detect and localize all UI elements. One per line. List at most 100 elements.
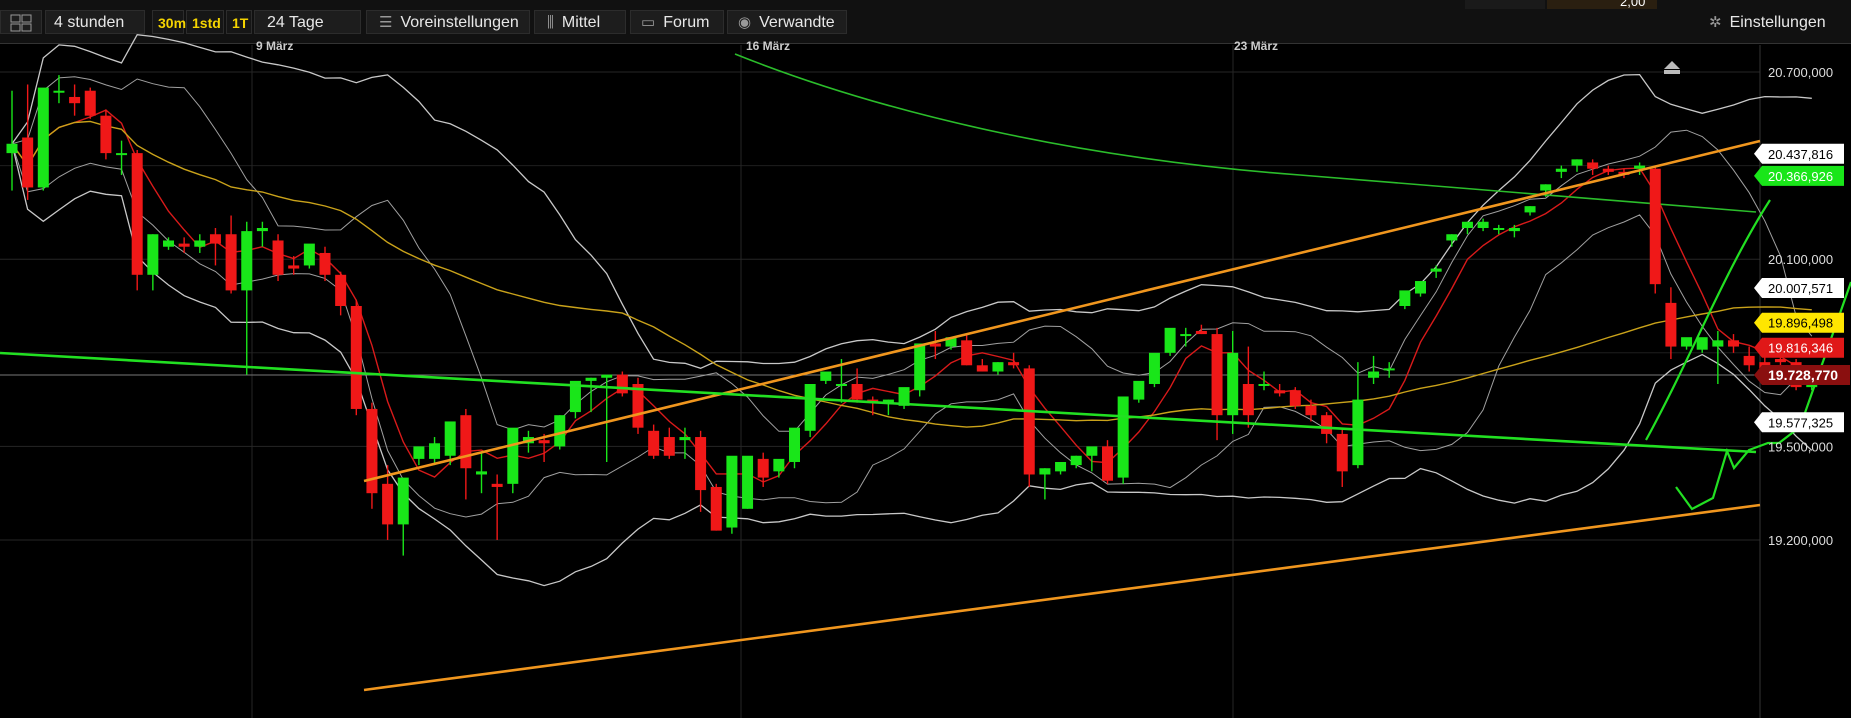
price-label-white: 20.437,816 [1768, 147, 1833, 162]
candle-body [1023, 368, 1035, 475]
candle-body [476, 471, 487, 475]
price-chart[interactable]: 20.700,000 20.100,000 19.500,000 19.200,000… [0, 0, 1851, 718]
price-label-current: 19.728,770 [1768, 367, 1838, 383]
candle-body [601, 374, 613, 378]
candle-body [6, 143, 18, 154]
candle-body [69, 96, 81, 104]
y-tick-label: 19.500,000 [1768, 439, 1833, 454]
candle-body [804, 384, 816, 431]
candle-body [1211, 334, 1223, 416]
candle-body [460, 415, 472, 469]
candle-body [992, 362, 1004, 372]
candle-body [256, 228, 268, 232]
candle-body [1164, 327, 1176, 353]
candle-body [1352, 399, 1364, 466]
candle-body [976, 365, 988, 372]
candle-body [616, 374, 628, 394]
candle-body [272, 240, 284, 275]
y-tick-label: 20.700,000 [1768, 65, 1833, 80]
candle-body [147, 234, 159, 275]
candle-body [1477, 221, 1489, 228]
candle-body [163, 240, 174, 247]
price-label-white: 19.577,325 [1768, 415, 1833, 430]
candle-body [914, 343, 926, 391]
candle-body [22, 137, 34, 188]
candle-body [116, 153, 128, 156]
price-label-red: 19.816,346 [1768, 341, 1833, 356]
candle-body [1133, 380, 1145, 400]
candle-body [1493, 228, 1505, 230]
candle-body [710, 486, 722, 531]
candle-body [742, 455, 754, 509]
candle-body [1681, 337, 1693, 347]
candle-body [1086, 446, 1098, 456]
candle-body [209, 234, 221, 244]
plot-background [0, 45, 1851, 718]
candle-body [84, 90, 96, 116]
candle-body [554, 415, 566, 447]
candle-body [1148, 352, 1160, 384]
candle-body [773, 458, 785, 472]
candle-body [663, 437, 675, 456]
candle-body [1540, 184, 1552, 191]
candle-body [1524, 206, 1536, 213]
candle-body [1649, 168, 1661, 285]
candle-body [1430, 268, 1442, 272]
candle-body [757, 458, 769, 478]
x-tick-label: 9 März [256, 39, 293, 53]
candle-body [679, 437, 691, 441]
candle-body [1305, 405, 1317, 416]
candle-body [538, 440, 550, 444]
candle-body [1227, 352, 1239, 416]
candle-body [1728, 340, 1739, 347]
candle-body [585, 377, 597, 381]
candle-body [335, 274, 347, 306]
candle-body [820, 371, 832, 381]
candle-body [1383, 368, 1395, 371]
candle-body [397, 477, 409, 525]
candle-body [1117, 396, 1129, 478]
candle-body [100, 115, 112, 154]
candle-body [1665, 302, 1677, 347]
price-label-yellow: 19.896,498 [1768, 316, 1833, 331]
candle-body [1274, 390, 1286, 394]
candle-body [319, 252, 331, 275]
candle-body [695, 437, 707, 491]
candle-body [1555, 168, 1567, 172]
candle-body [789, 427, 800, 462]
candle-body [225, 234, 237, 291]
candle-body [1399, 290, 1411, 306]
y-tick-label: 20.100,000 [1768, 252, 1833, 267]
candle-body [835, 384, 847, 386]
candle-body [1602, 168, 1614, 172]
candle-body [53, 90, 65, 93]
candle-body [1055, 462, 1067, 472]
candle-body [1336, 433, 1348, 472]
candle-body [37, 87, 49, 188]
candle-body [288, 265, 300, 269]
candle-body [1039, 468, 1051, 475]
candle-body [382, 483, 394, 525]
candle-body [1321, 415, 1333, 434]
candle-body [350, 306, 362, 409]
candle-body [1289, 390, 1301, 406]
candle-body [1461, 221, 1473, 228]
price-label-white: 20.007,571 [1768, 281, 1833, 296]
candle-body [1195, 330, 1207, 335]
candle-body [194, 240, 206, 247]
candle-body [1743, 355, 1755, 366]
y-tick-label: 19.200,000 [1768, 533, 1833, 548]
candle-body [131, 153, 143, 275]
candle-body [507, 427, 519, 484]
candle-body [851, 384, 863, 400]
candle-body [1180, 334, 1192, 337]
candle-body [491, 483, 503, 487]
candle-body [1368, 371, 1380, 378]
price-label-green: 20.366,926 [1768, 169, 1833, 184]
candle-body [1571, 159, 1583, 166]
candle-body [1008, 362, 1020, 366]
candle-body [1774, 359, 1786, 363]
candle-body [648, 430, 660, 456]
candle-body [726, 455, 738, 528]
candle-body [413, 446, 425, 459]
